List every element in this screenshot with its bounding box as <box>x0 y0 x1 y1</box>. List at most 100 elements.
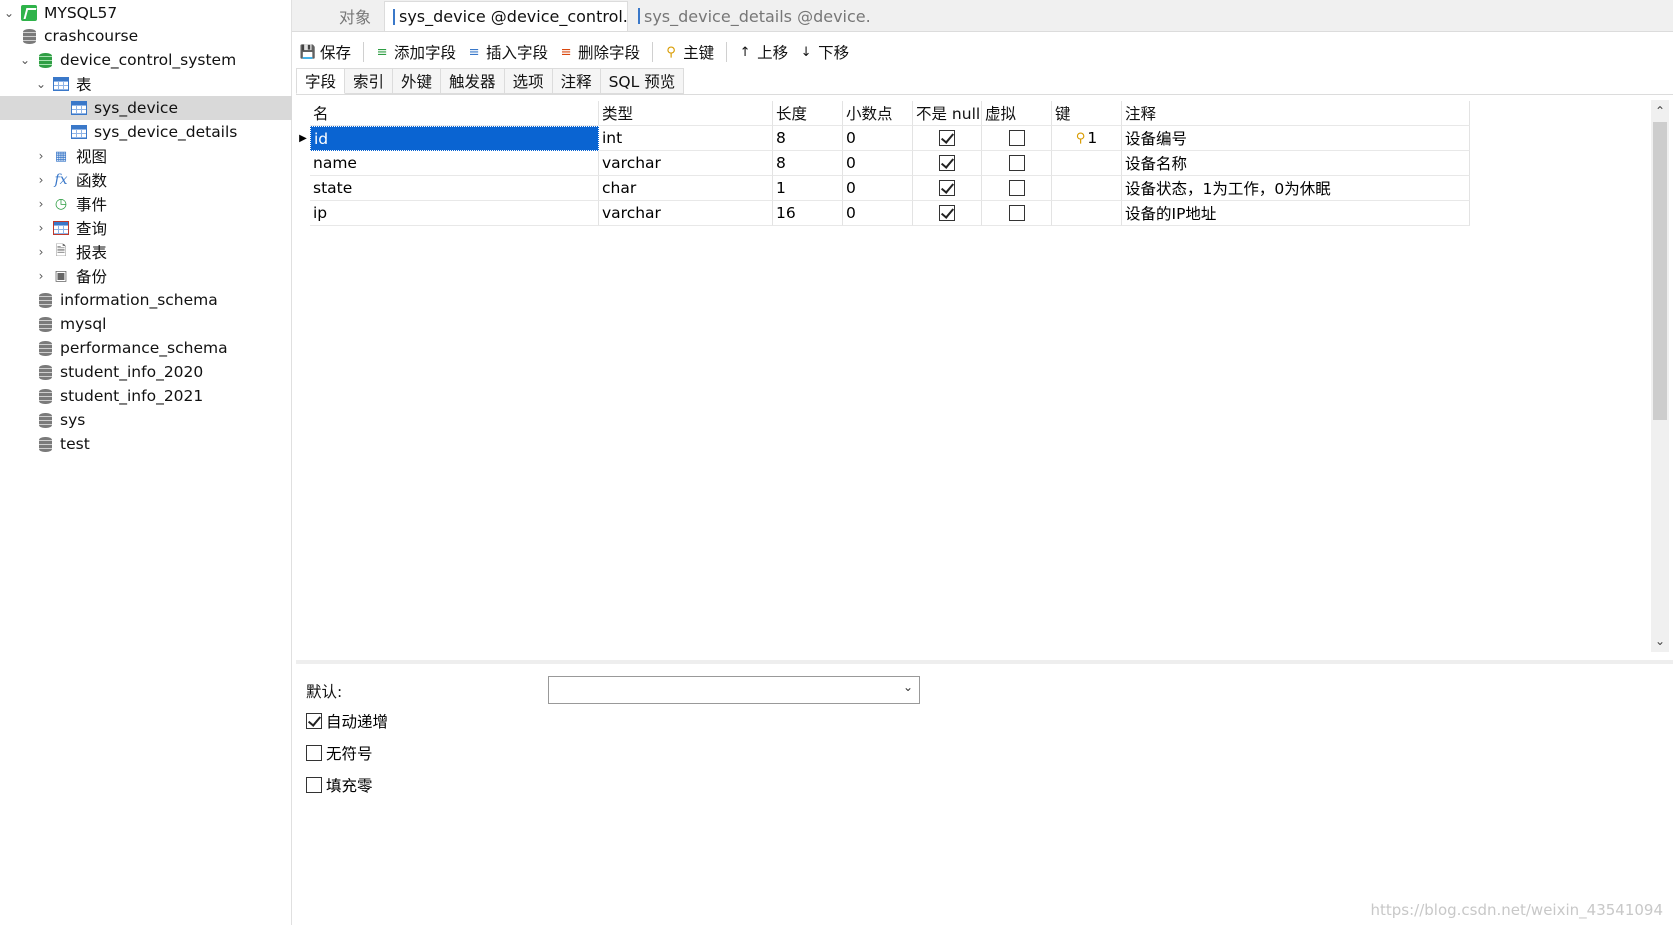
not-null-checkbox[interactable] <box>939 205 955 221</box>
cell-comment[interactable]: 设备的IP地址 <box>1122 201 1470 226</box>
cell-comment[interactable]: 设备名称 <box>1122 151 1470 176</box>
save-button[interactable]: 💾 保存 <box>300 41 351 63</box>
chevron-down-icon[interactable]: ⌄ <box>2 6 16 20</box>
header-length[interactable]: 长度 <box>773 101 843 126</box>
tree-folder-functions[interactable]: › fx 函数 <box>0 168 292 192</box>
cell-key[interactable] <box>1052 201 1122 226</box>
cell-decimals[interactable]: 0 <box>843 126 913 151</box>
vertical-scrollbar[interactable]: ⌃ ⌄ <box>1651 100 1669 652</box>
add-field-button[interactable]: ≡ 添加字段 <box>374 41 456 63</box>
not-null-checkbox[interactable] <box>939 130 955 146</box>
chevron-right-icon[interactable]: › <box>34 245 48 259</box>
tree-table-sys-device[interactable]: sys_device <box>0 96 292 120</box>
default-value-select[interactable]: ⌄ <box>548 676 920 704</box>
tree-db-student-info-2021[interactable]: student_info_2021 <box>0 384 292 408</box>
cell-comment[interactable]: 设备状态，1为工作，0为休眠 <box>1122 176 1470 201</box>
cell-type[interactable]: char <box>599 176 773 201</box>
tree-db-crashcourse[interactable]: crashcourse <box>0 24 292 48</box>
cell-decimals[interactable]: 0 <box>843 201 913 226</box>
header-decimals[interactable]: 小数点 <box>843 101 913 126</box>
tree-db-student-info-2020[interactable]: student_info_2020 <box>0 360 292 384</box>
chevron-right-icon[interactable]: › <box>34 197 48 211</box>
table-row[interactable]: state char 1 0 设备状态，1为工作，0为休眠 <box>296 176 1470 201</box>
subtab-indexes[interactable]: 索引 <box>345 68 394 94</box>
subtab-comment[interactable]: 注释 <box>552 68 601 94</box>
header-not-null[interactable]: 不是 null <box>913 101 982 126</box>
cell-decimals[interactable]: 0 <box>843 176 913 201</box>
chevron-down-icon[interactable]: ⌄ <box>34 77 48 91</box>
insert-field-button[interactable]: ≡ 插入字段 <box>466 41 548 63</box>
auto-increment-option[interactable]: 自动递增 <box>306 710 388 732</box>
chevron-right-icon[interactable]: › <box>34 149 48 163</box>
cell-type[interactable]: varchar <box>599 151 773 176</box>
scroll-up-icon[interactable]: ⌃ <box>1651 102 1669 120</box>
cell-length[interactable]: 1 <box>773 176 843 201</box>
move-down-button[interactable]: ↓ 下移 <box>798 41 849 63</box>
not-null-checkbox[interactable] <box>939 155 955 171</box>
cell-decimals[interactable]: 0 <box>843 151 913 176</box>
subtab-sql-preview[interactable]: SQL 预览 <box>600 68 685 94</box>
cell-key[interactable] <box>1052 151 1122 176</box>
cell-name[interactable]: id <box>310 126 599 151</box>
subtab-fields[interactable]: 字段 <box>296 68 346 94</box>
chevron-right-icon[interactable]: › <box>34 269 48 283</box>
scroll-down-icon[interactable]: ⌄ <box>1651 632 1669 650</box>
delete-field-button[interactable]: ≡ 删除字段 <box>558 41 640 63</box>
tree-db-device-control-system[interactable]: ⌄ device_control_system <box>0 48 292 72</box>
cell-type[interactable]: int <box>599 126 773 151</box>
cell-length[interactable]: 8 <box>773 126 843 151</box>
subtab-options[interactable]: 选项 <box>504 68 553 94</box>
header-virtual[interactable]: 虚拟 <box>982 101 1052 126</box>
chevron-right-icon[interactable]: › <box>34 173 48 187</box>
tree-folder-backups[interactable]: › ▣ 备份 <box>0 264 292 288</box>
zerofill-option[interactable]: 填充零 <box>306 774 373 796</box>
tree-folder-reports[interactable]: › 🗎 报表 <box>0 240 292 264</box>
table-row[interactable]: ip varchar 16 0 设备的IP地址 <box>296 201 1470 226</box>
cell-comment[interactable]: 设备编号 <box>1122 126 1470 151</box>
unsigned-option[interactable]: 无符号 <box>306 742 373 764</box>
chevron-down-icon[interactable]: ⌄ <box>18 53 32 67</box>
virtual-checkbox[interactable] <box>1008 130 1025 146</box>
not-null-checkbox[interactable] <box>939 180 955 196</box>
tree-folder-views[interactable]: › ▦ 视图 <box>0 144 292 168</box>
table-row[interactable]: name varchar 8 0 设备名称 <box>296 151 1470 176</box>
tab-sys-device[interactable]: sys_device @device_control... <box>384 1 628 31</box>
cell-length[interactable]: 8 <box>773 151 843 176</box>
move-up-button[interactable]: ↑ 上移 <box>737 41 788 63</box>
cell-name[interactable]: name <box>310 151 599 176</box>
tree-db-information-schema[interactable]: information_schema <box>0 288 292 312</box>
header-key[interactable]: 键 <box>1052 101 1122 126</box>
tree-folder-events[interactable]: › ◷ 事件 <box>0 192 292 216</box>
virtual-checkbox[interactable] <box>1008 155 1025 171</box>
tree-db-performance-schema[interactable]: performance_schema <box>0 336 292 360</box>
cell-key[interactable]: ⚲ 1 <box>1052 126 1122 151</box>
tree-folder-queries[interactable]: › 查询 <box>0 216 292 240</box>
subtab-triggers[interactable]: 触发器 <box>441 68 505 94</box>
subtab-foreign-keys[interactable]: 外键 <box>393 68 442 94</box>
primary-key-button[interactable]: ⚲ 主键 <box>663 41 714 63</box>
unsigned-checkbox[interactable] <box>306 745 322 761</box>
tree-table-sys-device-details[interactable]: sys_device_details <box>0 120 292 144</box>
tab-sys-device-details[interactable]: sys_device_details @device... <box>630 1 870 31</box>
tree-folder-tables[interactable]: ⌄ 表 <box>0 72 292 96</box>
tree-db-sys[interactable]: sys <box>0 408 292 432</box>
header-comment[interactable]: 注释 <box>1122 101 1470 126</box>
tree-db-mysql[interactable]: mysql <box>0 312 292 336</box>
tree-connection-mysql57[interactable]: ⌄ MYSQL57 <box>0 1 292 25</box>
virtual-checkbox[interactable] <box>1008 205 1025 221</box>
cell-length[interactable]: 16 <box>773 201 843 226</box>
header-name[interactable]: 名 <box>310 101 599 126</box>
table-row[interactable]: ▶ id int 8 0 ⚲ 1 设备编号 <box>296 126 1470 151</box>
tree-item-label: device_control_system <box>60 51 237 69</box>
tree-db-test[interactable]: test <box>0 432 292 456</box>
chevron-right-icon[interactable]: › <box>34 221 48 235</box>
header-type[interactable]: 类型 <box>599 101 773 126</box>
auto-increment-checkbox[interactable] <box>306 713 322 729</box>
cell-name[interactable]: state <box>310 176 599 201</box>
scrollbar-thumb[interactable] <box>1653 122 1667 420</box>
virtual-checkbox[interactable] <box>1008 180 1025 196</box>
cell-type[interactable]: varchar <box>599 201 773 226</box>
cell-key[interactable] <box>1052 176 1122 201</box>
cell-name[interactable]: ip <box>310 201 599 226</box>
zerofill-checkbox[interactable] <box>306 777 322 793</box>
